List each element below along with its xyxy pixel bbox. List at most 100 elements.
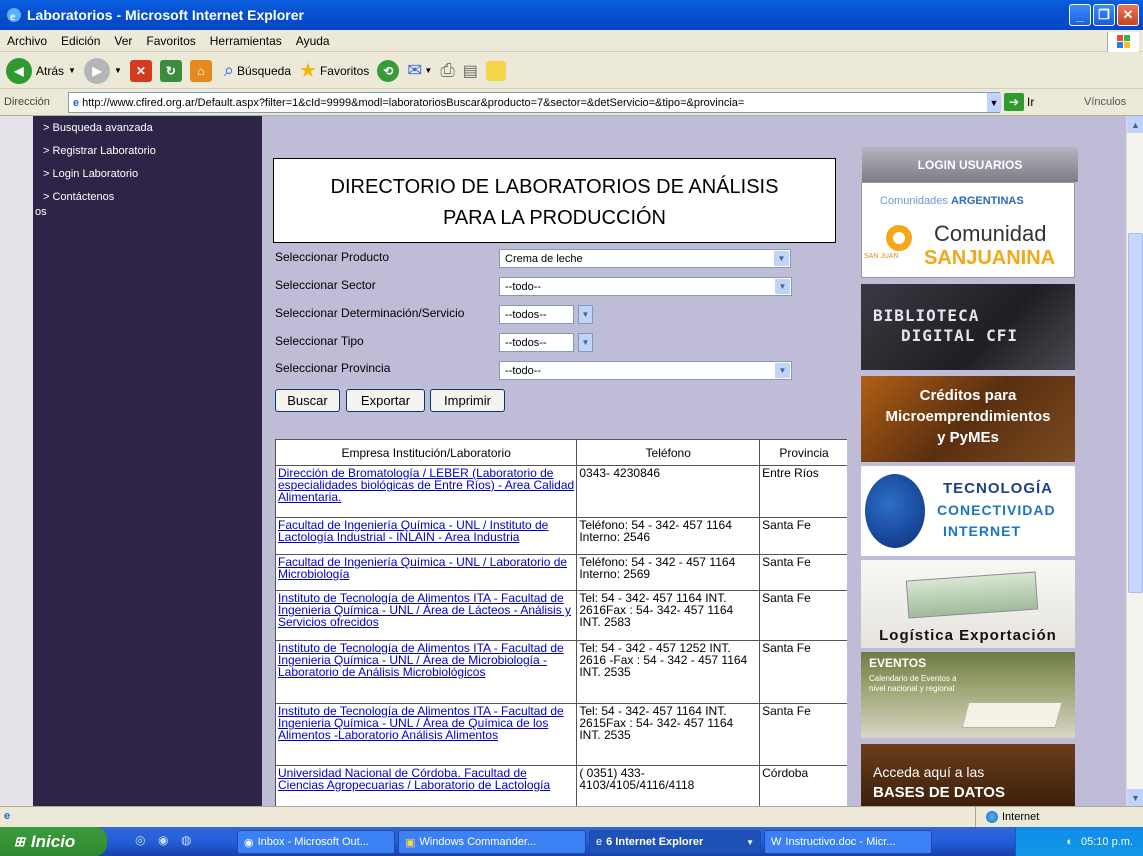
messenger-button[interactable] [485,60,506,81]
provincia-select[interactable]: --todo-- ▼ [499,361,792,380]
result-link[interactable]: Instituto de Tecnología de Alimentos ITA… [278,704,564,742]
minimize-button[interactable]: _ [1069,4,1091,26]
home-button[interactable]: ⌂ [189,59,212,82]
logistica-banner[interactable]: Logística Exportación [861,560,1075,648]
links-label[interactable]: Vínculos [1084,96,1126,108]
result-link[interactable]: Facultad de Ingeniería Química - UNL / I… [278,518,548,544]
menu-edicion[interactable]: Edición [54,34,107,48]
go-button[interactable]: ➔ Ir [1004,93,1034,111]
task-windows-commander[interactable]: ▣ Windows Commander... [398,830,586,854]
scroll-thumb[interactable] [1128,233,1143,593]
result-link[interactable]: Universidad Nacional de Córdoba. Faculta… [278,766,550,792]
result-link[interactable]: Dirección de Bromatología / LEBER (Labor… [278,466,574,504]
chevron-down-icon[interactable]: ▼ [68,66,76,75]
menu-herramientas[interactable]: Herramientas [203,34,289,48]
bases-datos-banner[interactable]: Acceda aquí a las BASES DE DATOS [861,744,1075,806]
menu-ver[interactable]: Ver [107,34,139,48]
mail-button[interactable]: ✉ ▼ [407,60,432,81]
sector-select[interactable]: --todo-- ▼ [499,277,792,296]
globe-icon [865,474,925,548]
result-link[interactable]: Facultad de Ingeniería Química - UNL / L… [278,555,567,581]
servicio-select[interactable]: --todos-- ▼ [499,305,593,324]
buscar-button[interactable]: Buscar [275,389,340,412]
result-link[interactable]: Instituto de Tecnología de Alimentos ITA… [278,591,571,629]
eventos-banner[interactable]: EVENTOS Calendario de Eventos a nivel na… [861,652,1075,738]
microemprendimientos-label: Microemprendimientos [885,408,1051,425]
back-button[interactable]: ◀ Atrás ▼ [6,57,76,84]
chevron-down-icon[interactable]: ▼ [114,66,122,75]
task-outlook[interactable]: ◉ Inbox - Microsoft Out... [237,830,395,854]
chevron-down-icon[interactable]: ▼ [424,66,432,75]
left-nav: > Busqueda avanzada > Registrar Laborato… [0,116,262,806]
phone-cell: Teléfono: 54 - 342 - 457 1164 Interno: 2… [576,554,761,591]
scroll-down-icon[interactable]: ▼ [1127,789,1143,806]
task-internet-explorer[interactable]: e 6 Internet Explorer ▼ [589,830,761,854]
history-button[interactable]: ⟲ [377,59,400,82]
provincia-value: --todo-- [505,364,542,377]
search-button[interactable]: ⌕ Búsqueda [224,60,291,81]
nav-busqueda-avanzada[interactable]: > Busqueda avanzada [43,122,153,134]
window-title: Laboratorios - Microsoft Internet Explor… [27,7,304,23]
edit-button[interactable]: ▤ [463,61,478,81]
nav-registrar-laboratorio[interactable]: > Registrar Laboratorio [43,145,156,157]
conectividad-label: CONECTIVIDAD [937,502,1056,518]
table-row: Universidad Nacional de Córdoba. Faculta… [274,765,849,806]
maximize-button[interactable]: ❐ [1093,4,1115,26]
sanjuanina-label: SANJUANINA [924,247,1056,269]
tipo-select[interactable]: --todos-- ▼ [499,333,593,352]
start-button[interactable]: ⊞ Inicio [0,827,107,856]
exportar-button[interactable]: Exportar [346,389,425,412]
menu-ayuda[interactable]: Ayuda [289,34,337,48]
menu-archivo[interactable]: Archivo [0,34,54,48]
quicklaunch-outlook-icon[interactable]: ◉ [158,833,168,847]
close-button[interactable]: ✕ [1117,4,1139,26]
scroll-up-icon[interactable]: ▲ [1127,116,1143,133]
back-arrow-icon: ◀ [6,57,32,84]
tecnologia-label: TECNOLOGÍA [943,480,1053,497]
nav-login-laboratorio[interactable]: > Login Laboratorio [43,168,138,180]
table-row: Facultad de Ingeniería Química - UNL / I… [274,517,849,555]
imprimir-button[interactable]: Imprimir [430,389,505,412]
forward-button[interactable]: ▶ ▼ [83,57,122,84]
result-link[interactable]: Instituto de Tecnología de Alimentos ITA… [278,641,564,679]
producto-value: Crema de leche [505,252,583,265]
back-label: Atrás [36,63,65,78]
chevron-down-icon[interactable]: ▼ [987,93,1001,112]
globe-icon [986,811,998,823]
creditos-banner[interactable]: Créditos para Microemprendimientos y PyM… [861,376,1075,462]
edit-icon: ▤ [462,62,478,80]
window-titlebar[interactable]: e Laboratorios - Microsoft Internet Expl… [0,0,1143,30]
stop-icon: ✕ [129,59,152,82]
card-icon [905,571,1039,619]
phone-cell: ( 0351) 433-4103/4105/4116/4118 [576,765,761,806]
phone-cell: Tel: 54 - 342- 457 1164 INT. 2616Fax : 5… [576,590,761,641]
menu-favoritos[interactable]: Favoritos [139,34,202,48]
internet-label: INTERNET [943,523,1021,539]
network-icon[interactable]: ◐ [1066,836,1073,848]
favorites-button[interactable]: ★ Favoritos [299,58,369,83]
vertical-scrollbar[interactable]: ▲ ▼ [1126,116,1143,806]
word-doc-icon: W [771,836,782,848]
table-row: Instituto de Tecnología de Alimentos ITA… [274,703,849,766]
quicklaunch-ie-icon[interactable]: ◎ [135,833,145,847]
task-instructivo[interactable]: W Instructivo.doc - Micr... [764,830,932,854]
login-usuarios-button[interactable]: LOGIN USUARIOS [862,147,1078,182]
stop-button[interactable]: ✕ [129,59,152,82]
star-icon: ★ [299,60,317,82]
producto-select[interactable]: Crema de leche ▼ [499,249,791,268]
biblioteca-digital-banner[interactable]: BIBLIOTECA DIGITAL CFI [861,284,1075,370]
outlook-icon: ◉ [244,836,254,849]
address-input[interactable]: e http://www.cfired.org.ar/Default.aspx?… [68,92,1000,113]
print-button[interactable]: ⎙ [440,60,454,81]
quicklaunch-browser-icon[interactable]: ◍ [181,833,191,847]
forward-arrow-icon: ▶ [83,57,110,84]
biblioteca-label: BIBLIOTECA [873,306,980,325]
nav-fragment: os [35,206,47,218]
comunidad-sanjuanina-banner[interactable]: Comunidades ARGENTINAS SAN JUAN Comunida… [861,182,1075,278]
tecnologia-banner[interactable]: TECNOLOGÍA CONECTIVIDAD INTERNET [861,466,1075,556]
nav-contactenos[interactable]: > Contáctenos [43,191,114,203]
refresh-button[interactable]: ↻ [159,59,182,82]
task-label: 6 Internet Explorer [606,836,704,848]
go-label: Ir [1027,95,1035,109]
table-header-row: Empresa Institución/Laboratorio Teléfono… [274,439,849,466]
